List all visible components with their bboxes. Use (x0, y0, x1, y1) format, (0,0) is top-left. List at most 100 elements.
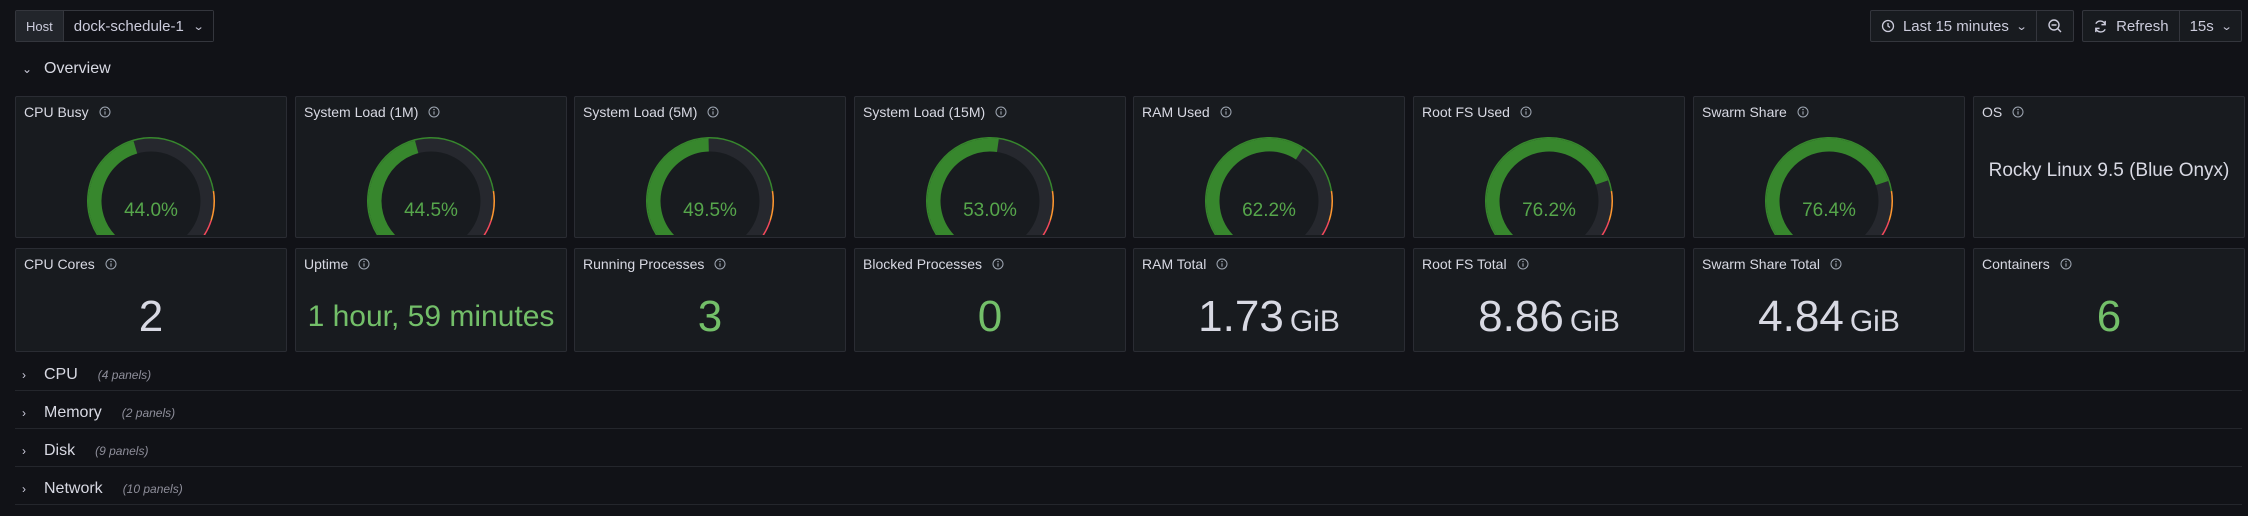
row-title: CPU (44, 366, 78, 383)
refresh-label: Refresh (2116, 17, 2169, 35)
host-label: Host (16, 11, 64, 41)
panel-title-text: CPU Cores (24, 256, 95, 272)
panel-title-text: System Load (1M) (304, 104, 419, 120)
stat-value-wrap: 1 hour, 59 minutes (296, 289, 566, 345)
info-icon[interactable] (1830, 258, 1842, 270)
row-disk[interactable]: › Disk (9 panels) (22, 442, 148, 460)
row-title: Network (44, 480, 103, 497)
gauge-value: 44.0% (124, 200, 178, 221)
gauge-value: 62.2% (1242, 200, 1296, 221)
row-memory[interactable]: › Memory (2 panels) (22, 404, 175, 422)
host-select[interactable]: dock-schedule-1 ⌄ (63, 11, 214, 41)
panel-title-text: System Load (5M) (583, 104, 698, 120)
gauge-value: 53.0% (963, 200, 1017, 221)
panel-title: System Load (1M) (304, 104, 440, 120)
info-icon[interactable] (105, 258, 117, 270)
chevron-down-icon: ⌄ (22, 62, 33, 76)
panel-title-text: System Load (15M) (863, 104, 986, 120)
zoom-out-button[interactable] (2036, 11, 2073, 41)
panel-title: Running Processes (583, 256, 726, 272)
panel-title-text: CPU Busy (24, 104, 89, 120)
row-network[interactable]: › Network (10 panels) (22, 480, 183, 498)
panel-title: System Load (5M) (583, 104, 719, 120)
row-divider (15, 466, 2242, 467)
info-icon[interactable] (707, 106, 719, 118)
row-divider (15, 390, 2242, 391)
stat-value-wrap: 3 (575, 289, 845, 345)
row-panel-count: (2 panels) (121, 406, 176, 420)
panel-gauge: Swarm Share 76.4% (1693, 96, 1965, 238)
gauge-value: 44.5% (404, 200, 458, 221)
panel-title-text: Uptime (304, 256, 349, 272)
stat-value: 0 (977, 292, 1003, 341)
info-icon[interactable] (99, 106, 111, 118)
row-cpu[interactable]: › CPU (4 panels) (22, 366, 151, 384)
host-variable: Host dock-schedule-1 ⌄ (15, 10, 215, 42)
info-icon[interactable] (1216, 258, 1228, 270)
panel-title: Swarm Share Total (1702, 256, 1842, 272)
row-divider (15, 504, 2242, 505)
panel-os: OS Rocky Linux 9.5 (Blue Onyx) (1973, 96, 2245, 238)
info-icon[interactable] (995, 106, 1007, 118)
row-panel-count: (4 panels) (97, 368, 152, 382)
stat-unit: GiB (1849, 305, 1900, 338)
panel-gauge: System Load (15M) 53.0% (854, 96, 1126, 238)
row-panel-count: (10 panels) (122, 482, 183, 496)
info-icon[interactable] (1517, 258, 1529, 270)
info-icon[interactable] (358, 258, 370, 270)
panel-stat: Running Processes 3 (574, 248, 846, 352)
info-icon[interactable] (714, 258, 726, 270)
panel-title-text: RAM Total (1142, 256, 1207, 272)
stat-value-wrap: 2 (16, 289, 286, 345)
info-icon[interactable] (1520, 106, 1532, 118)
stat-value-wrap: 1.73 GiB (1134, 289, 1404, 350)
panel-stat: CPU Cores 2 (15, 248, 287, 352)
refresh-button[interactable]: Refresh (2083, 11, 2179, 41)
gauge-value: 76.4% (1802, 200, 1856, 221)
stat-value: 1 hour, 59 minutes (307, 300, 555, 333)
stat-value: 3 (697, 292, 723, 341)
panel-stat: RAM Total 1.73 GiB (1133, 248, 1405, 352)
stat-value: 4.84 (1758, 292, 1844, 341)
panel-title: System Load (15M) (863, 104, 1007, 120)
panel-stat: Containers 6 (1973, 248, 2245, 352)
panel-title: Root FS Total (1422, 256, 1529, 272)
panel-gauge: RAM Used 62.2% (1133, 96, 1405, 238)
refresh-interval-picker[interactable]: 15s ⌄ (2178, 11, 2241, 41)
panel-title-text: Running Processes (583, 256, 705, 272)
info-icon[interactable] (1220, 106, 1232, 118)
info-icon[interactable] (2012, 106, 2024, 118)
info-icon[interactable] (2060, 258, 2072, 270)
panel-title-text: Root FS Used (1422, 104, 1510, 120)
gauge-value: 76.2% (1522, 200, 1576, 221)
refresh-icon (2095, 19, 2106, 33)
panel-title-text: Containers (1982, 256, 2050, 272)
panel-title: Swarm Share (1702, 104, 1809, 120)
panel-stat: Root FS Total 8.86 GiB (1413, 248, 1685, 352)
chevron-down-icon: ⌄ (2015, 20, 2028, 33)
info-icon[interactable] (428, 106, 440, 118)
panel-title: Root FS Used (1422, 104, 1532, 120)
stat-value: 1.73 (1198, 292, 1284, 341)
panel-gauge: System Load (1M) 44.5% (295, 96, 567, 238)
panel-title-text: Swarm Share (1702, 104, 1787, 120)
stat-value-wrap: 8.86 GiB (1414, 289, 1684, 350)
time-range-picker[interactable]: Last 15 minutes ⌄ (1871, 11, 2036, 41)
chevron-right-icon: › (22, 444, 26, 458)
row-panel-count: (9 panels) (95, 444, 149, 458)
info-icon[interactable] (992, 258, 1004, 270)
panel-gauge: CPU Busy 44.0% (15, 96, 287, 238)
chevron-right-icon: › (22, 482, 26, 496)
stat-value-wrap: 4.84 GiB (1694, 289, 1964, 350)
info-icon[interactable] (1797, 106, 1809, 118)
row-overview[interactable]: ⌄ Overview (22, 60, 111, 78)
panel-gauge: Root FS Used 76.2% (1413, 96, 1685, 238)
panel-title-text: Swarm Share Total (1702, 256, 1821, 272)
panel-title: CPU Cores (24, 256, 117, 272)
panel-stat: Blocked Processes 0 (854, 248, 1126, 352)
zoom-out-icon (2048, 19, 2062, 33)
refresh-interval: 15s (2189, 17, 2214, 35)
panel-title-text: Root FS Total (1422, 256, 1507, 272)
refresh-group: Refresh 15s ⌄ (2082, 10, 2242, 42)
time-range-group: Last 15 minutes ⌄ (1869, 10, 2075, 42)
